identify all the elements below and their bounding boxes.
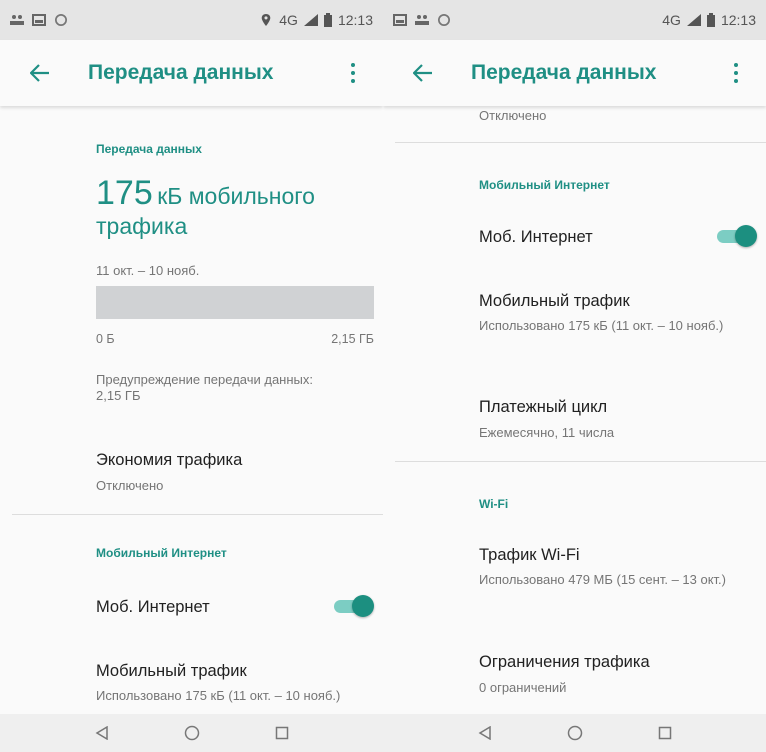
people-icon — [415, 15, 429, 25]
page-title: Передача данных — [471, 61, 657, 84]
nav-back-icon[interactable] — [475, 723, 495, 743]
phone-screen-left: 4G 12:13 Передача данных Передача данных… — [0, 0, 383, 752]
data-saver-summary: Отключено — [96, 478, 164, 493]
divider — [12, 514, 383, 515]
billing-cycle-summary: Ежемесячно, 11 числа — [479, 425, 615, 440]
signal-icon — [303, 14, 318, 26]
back-arrow-icon — [413, 64, 432, 82]
image-icon — [393, 14, 407, 26]
nav-back-icon[interactable] — [92, 723, 112, 743]
usage-value: 175 — [96, 174, 153, 212]
mobile-internet-label: Моб. Интернет — [479, 228, 593, 246]
nav-bar — [0, 714, 383, 752]
status-bar: 4G 12:13 — [383, 0, 766, 40]
network-type: 4G — [279, 12, 298, 28]
overflow-menu-icon[interactable] — [343, 59, 363, 87]
signal-icon — [686, 14, 701, 26]
location-icon — [261, 14, 271, 26]
status-bar: 4G 12:13 — [0, 0, 383, 40]
mobile-traffic-summary: Использовано 175 кБ (11 окт. – 10 нояб.) — [96, 688, 341, 703]
battery-icon — [706, 13, 715, 27]
usage-summary: 175 кБ мобильного трафика — [96, 174, 366, 240]
settings-list: Отключено Мобильный Интернет Моб. Интерн… — [383, 106, 766, 714]
mobile-traffic-summary: Использовано 175 кБ (11 окт. – 10 нояб.) — [479, 318, 724, 333]
restrictions-summary: 0 ограничений — [479, 680, 567, 695]
mobile-internet-toggle[interactable] — [330, 594, 374, 618]
network-type: 4G — [662, 12, 681, 28]
battery-icon — [323, 13, 332, 27]
nav-bar — [383, 714, 766, 752]
usage-bar-max: 2,15 ГБ — [331, 332, 374, 346]
mobile-internet-toggle[interactable] — [713, 224, 757, 248]
wifi-traffic-title: Трафик Wi-Fi — [479, 546, 580, 564]
section-header-usage: Передача данных — [96, 142, 202, 156]
circle-icon — [55, 14, 67, 26]
data-saver-title: Экономия трафика — [96, 451, 243, 469]
app-bar: Передача данных — [0, 40, 383, 106]
people-icon — [10, 15, 24, 25]
wifi-traffic-summary: Использовано 479 МБ (15 сент. – 13 окт.) — [479, 572, 726, 587]
billing-cycle-title: Платежный цикл — [479, 398, 608, 416]
nav-home-icon[interactable] — [182, 723, 202, 743]
circle-icon — [438, 14, 450, 26]
section-header-wifi: Wi-Fi — [479, 497, 509, 511]
mobile-traffic-title: Мобильный трафик — [96, 662, 247, 680]
section-header-mobile: Мобильный Интернет — [479, 178, 610, 192]
nav-home-icon[interactable] — [565, 723, 585, 743]
page-title: Передача данных — [88, 61, 274, 84]
divider — [395, 461, 766, 462]
data-saver-summary[interactable]: Отключено — [479, 108, 546, 124]
usage-bar — [96, 286, 374, 319]
mobile-traffic-title: Мобильный трафик — [479, 292, 630, 310]
overflow-menu-icon[interactable] — [726, 59, 746, 87]
nav-recents-icon[interactable] — [272, 723, 292, 743]
restrictions-title: Ограничения трафика — [479, 653, 650, 671]
clock: 12:13 — [720, 12, 756, 28]
usage-bar-min: 0 Б — [96, 332, 115, 346]
back-button[interactable] — [26, 59, 54, 87]
back-arrow-icon — [30, 64, 49, 82]
image-icon — [32, 14, 46, 26]
usage-warning[interactable]: Предупреждение передачи данных: 2,15 ГБ — [96, 372, 326, 404]
nav-recents-icon[interactable] — [655, 723, 675, 743]
app-bar: Передача данных — [383, 40, 766, 106]
clock: 12:13 — [337, 12, 373, 28]
usage-period: 11 окт. – 10 нояб. — [96, 263, 200, 278]
phone-screen-right: 4G 12:13 Передача данных Отключено Мобил… — [383, 0, 766, 752]
mobile-internet-label: Моб. Интернет — [96, 598, 210, 616]
divider — [395, 142, 766, 143]
back-button[interactable] — [409, 59, 437, 87]
section-header-mobile: Мобильный Интернет — [96, 546, 227, 560]
settings-list: Передача данных 175 кБ мобильного трафик… — [0, 106, 383, 714]
